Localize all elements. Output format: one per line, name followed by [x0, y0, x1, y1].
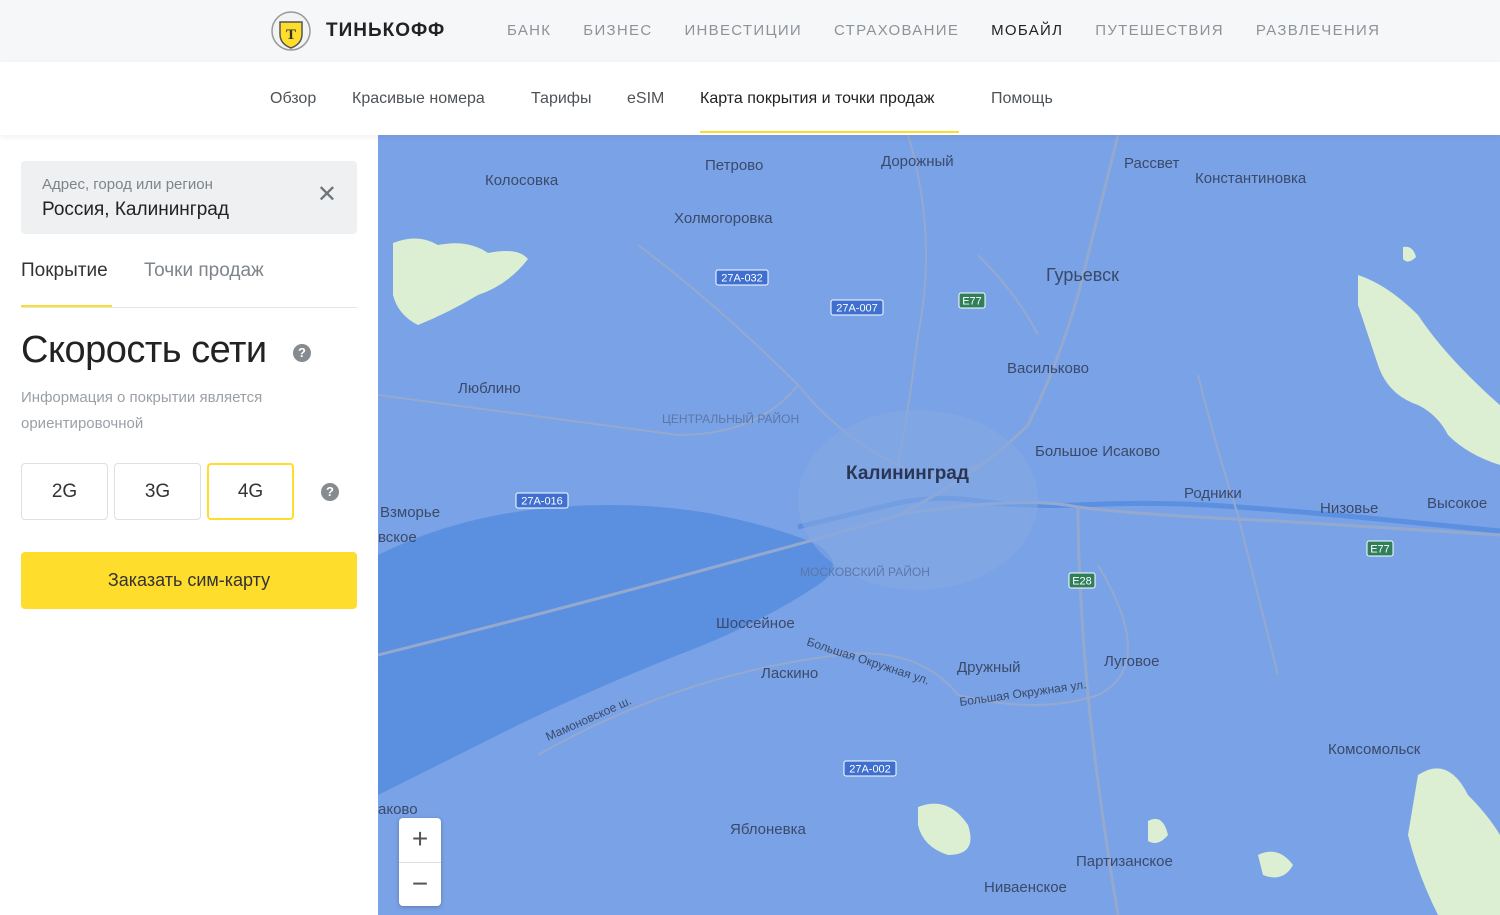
map-place-label: Константиновка: [1195, 170, 1307, 187]
map-place-label: Родники: [1184, 485, 1242, 502]
zoom-controls: + −: [399, 818, 441, 906]
city-area: [798, 410, 1038, 590]
map-place-label: Колосовка: [485, 172, 559, 189]
map-place-label: Взморье: [380, 504, 440, 521]
map-place-label: Ласкино: [761, 665, 818, 682]
map-place-label: Комсомольск: [1328, 741, 1421, 758]
topnav-item-4[interactable]: МОБАЙЛ: [991, 22, 1063, 39]
map-place-label: Рассвет: [1124, 155, 1179, 172]
coverage-panel: Адрес, город или регион Россия, Калининг…: [0, 135, 378, 915]
subnav-item-0[interactable]: Обзор: [270, 90, 316, 108]
map-district-label: ЦЕНТРАЛЬНЫЙ РАЙОН: [662, 411, 799, 426]
map-canvas[interactable]: Петрово Дорожный Рассвет Колосовка Константи…: [378, 135, 1500, 915]
network-speed-title: Скорость сети: [21, 329, 267, 371]
map-place-label: Низовье: [1320, 500, 1378, 517]
generation-help-icon[interactable]: ?: [321, 483, 339, 501]
clear-icon[interactable]: ✕: [317, 183, 337, 207]
road-shield: 27А-002: [843, 760, 897, 777]
topnav-item-6[interactable]: РАЗВЛЕЧЕНИЯ: [1256, 22, 1380, 39]
subnav-item-2[interactable]: Тарифы: [531, 90, 591, 108]
map-place-label: Васильково: [1007, 360, 1089, 377]
address-search-label: Адрес, город или регион: [42, 176, 213, 193]
map-place-label: Луговое: [1104, 653, 1159, 670]
topnav-item-1[interactable]: БИЗНЕС: [583, 22, 652, 39]
road-shield: E77: [958, 292, 986, 309]
map-place-label: Гурьевск: [1046, 265, 1119, 285]
address-search-field[interactable]: Адрес, город или регион Россия, Калининг…: [21, 161, 357, 234]
map-district-label: МОСКОВСКИЙ РАЙОН: [800, 564, 930, 579]
subnav-item-5[interactable]: Помощь: [991, 90, 1053, 108]
map-place-label: Люблино: [458, 380, 521, 397]
topnav-item-2[interactable]: ИНВЕСТИЦИИ: [684, 22, 802, 39]
map-place-label: Большое Исаково: [1035, 443, 1160, 460]
sub-navigation: Обзор Красивые номера Тарифы eSIM Карта покр…: [0, 62, 1500, 135]
road-shield-label: 27А-016: [521, 496, 563, 508]
map-place-label: Шоссейное: [716, 615, 795, 632]
map-place-label: Ниваенское: [984, 879, 1067, 896]
tab-sales-points[interactable]: Точки продаж: [144, 260, 264, 282]
road-shield: E28: [1068, 572, 1096, 589]
subnav-item-3[interactable]: eSIM: [627, 90, 664, 108]
top-bar: Т ТИНЬКОФФ БАНК БИЗНЕС ИНВЕСТИЦИИ СТРАХОВАН…: [0, 0, 1500, 62]
road-shield-label: 27А-007: [836, 303, 878, 315]
map-place-label: Холмогоровка: [674, 210, 773, 227]
subnav-item-4[interactable]: Карта покрытия и точки продаж: [700, 90, 934, 108]
road-shield-label: E28: [1072, 576, 1092, 588]
topnav-item-3[interactable]: СТРАХОВАНИЕ: [834, 22, 959, 39]
generation-button-4g[interactable]: 4G: [207, 463, 294, 520]
map-place-label: вское: [378, 529, 417, 546]
road-shield-label: E77: [962, 296, 982, 308]
lagoon-water: [378, 505, 833, 795]
help-icon[interactable]: ?: [293, 344, 311, 362]
road-shield-label: 27А-002: [849, 764, 891, 776]
road-shield: E77: [1366, 540, 1394, 557]
panel-tabs: Покрытие Точки продаж: [21, 258, 357, 308]
map-place-label: Дружный: [957, 659, 1020, 676]
brand-name: ТИНЬКОФФ: [326, 20, 446, 41]
tinkoff-emblem-icon: Т: [271, 11, 311, 51]
subnav-active-indicator: [700, 131, 959, 133]
zoom-out-button[interactable]: −: [399, 863, 441, 907]
road-shield-label: E77: [1370, 544, 1390, 556]
road-shield: 27А-016: [515, 492, 569, 509]
tab-coverage[interactable]: Покрытие: [21, 260, 108, 282]
map-place-label: Яблоневка: [730, 821, 807, 838]
order-sim-button[interactable]: Заказать сим-карту: [21, 552, 357, 609]
topnav-item-0[interactable]: БАНК: [507, 22, 551, 39]
map-place-label: Высокое: [1427, 495, 1487, 512]
top-navigation: БАНК БИЗНЕС ИНВЕСТИЦИИ СТРАХОВАНИЕ МОБАЙЛ ПУТ…: [507, 22, 1412, 39]
map-place-label: Партизанское: [1076, 853, 1173, 870]
road-shield: 27А-032: [715, 269, 769, 286]
svg-text:Т: Т: [286, 27, 296, 43]
subnav-item-1[interactable]: Красивые номера: [352, 90, 485, 108]
map-place-label: аково: [378, 801, 418, 818]
map-place-label: Дорожный: [881, 153, 954, 170]
coverage-note: Информация о покрытии является ориентиро…: [21, 389, 263, 432]
active-tab-indicator: [21, 305, 112, 307]
road-shield-label: 27А-032: [721, 273, 763, 285]
map-city-label: Калининград: [846, 463, 969, 484]
map-place-label: Петрово: [705, 157, 763, 174]
coverage-map[interactable]: Петрово Дорожный Рассвет Колосовка Константи…: [378, 135, 1500, 915]
generation-button-3g[interactable]: 3G: [114, 463, 201, 520]
brand-logo[interactable]: Т ТИНЬКОФФ: [270, 10, 445, 52]
address-search-value[interactable]: Россия, Калининград: [42, 199, 229, 221]
topnav-item-5[interactable]: ПУТЕШЕСТВИЯ: [1095, 22, 1224, 39]
generation-button-2g[interactable]: 2G: [21, 463, 108, 520]
road-shield: 27А-007: [830, 299, 884, 316]
zoom-in-button[interactable]: +: [399, 818, 441, 862]
